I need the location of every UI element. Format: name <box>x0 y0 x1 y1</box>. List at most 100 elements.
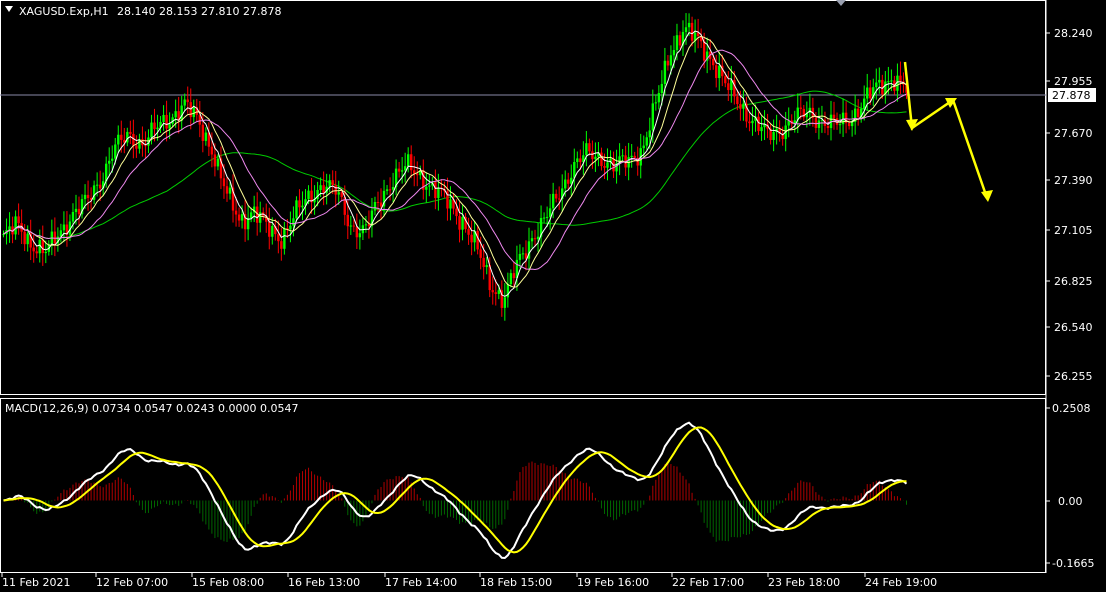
candle-body <box>467 229 470 235</box>
candle-body <box>385 189 389 191</box>
candle-body <box>41 239 44 254</box>
candle-body <box>576 158 579 162</box>
candle-body <box>322 185 325 193</box>
candle-body <box>23 231 26 245</box>
candle-body <box>334 185 337 195</box>
candle-body <box>2 234 5 236</box>
macd-tick: 0.00 <box>1058 495 1083 508</box>
candle-body <box>799 107 802 109</box>
chart-window[interactable]: XAGUSD.Exp,H1 28.140 28.153 27.810 27.87… <box>0 0 1106 592</box>
candle-body <box>204 132 208 141</box>
candle-body <box>156 127 159 130</box>
candle-body <box>355 226 359 238</box>
candle-body <box>512 273 516 279</box>
candle-body <box>651 103 655 131</box>
candle-body <box>702 41 706 61</box>
candle-body <box>26 233 29 245</box>
candle-body <box>485 265 488 268</box>
candle-body <box>838 124 842 126</box>
candle-body <box>591 151 594 160</box>
candle-body <box>875 82 878 88</box>
candle-body <box>298 200 301 208</box>
candle-body <box>307 190 310 200</box>
candle-body <box>603 166 606 168</box>
candle-body <box>494 292 497 294</box>
candle-body <box>77 208 81 215</box>
candle-body <box>533 238 537 240</box>
candle-body <box>669 55 673 66</box>
candle-body <box>406 154 410 167</box>
candle-body <box>328 180 331 187</box>
time-tick: 19 Feb 16:00 <box>577 576 649 589</box>
candle-body <box>71 212 75 222</box>
macd-tick: -0.1665 <box>1052 557 1094 570</box>
candle-body <box>153 122 156 130</box>
candle-body <box>470 234 473 243</box>
time-tick: 23 Feb 18:00 <box>768 576 840 589</box>
candle-body <box>271 226 274 237</box>
candle-body <box>98 184 102 189</box>
ma-mid-line <box>3 35 907 288</box>
candle-body <box>174 111 177 118</box>
candle-body <box>289 225 292 230</box>
macd-tick: 0.2508 <box>1052 402 1091 415</box>
candle-body <box>847 123 851 127</box>
macd-axis: 0.2508 0.00 -0.1665 <box>1046 402 1094 570</box>
candle-body <box>772 131 775 140</box>
current-price-label: 27.878 <box>1052 89 1091 102</box>
candle-body <box>234 210 238 215</box>
moving-averages <box>3 30 907 297</box>
chart-shift-marker-icon[interactable] <box>836 0 846 6</box>
candle-body <box>690 22 694 41</box>
time-tick: 12 Feb 07:00 <box>96 576 168 589</box>
candle-body <box>630 155 633 158</box>
candle-body <box>44 251 47 254</box>
candle-body <box>663 60 667 84</box>
candle-body <box>684 27 688 33</box>
price-tick: 28.240 <box>1054 27 1093 40</box>
macd-line <box>3 421 908 560</box>
candle-body <box>648 130 651 138</box>
candle-body <box>367 224 371 227</box>
price-tick: 27.955 <box>1054 75 1093 88</box>
candle-body <box>675 35 679 51</box>
forecast-path <box>903 61 989 199</box>
candle-body <box>814 117 818 128</box>
chart-canvas[interactable]: XAGUSD.Exp,H1 28.140 28.153 27.810 27.87… <box>0 0 1106 592</box>
candle-body <box>416 173 419 176</box>
candle-body <box>349 225 353 227</box>
candle-body <box>817 120 821 128</box>
candle-body <box>850 121 854 127</box>
ohlc-header: 28.140 28.153 27.810 27.878 <box>117 5 281 18</box>
candle-body <box>826 125 830 129</box>
time-tick: 17 Feb 14:00 <box>385 576 457 589</box>
candle-body <box>687 22 691 28</box>
candle-body <box>74 208 78 213</box>
forecast-arrows <box>903 61 993 202</box>
candle-body <box>331 180 334 186</box>
candle-body <box>268 221 271 237</box>
candle-body <box>83 194 87 200</box>
candle-body <box>567 179 570 184</box>
candle-body <box>887 81 890 83</box>
candle-body <box>736 96 739 105</box>
candle-body <box>346 214 349 227</box>
candle-body <box>135 145 138 149</box>
candle-body <box>144 145 147 147</box>
candle-body <box>192 107 195 118</box>
candle-body <box>237 214 241 221</box>
symbol-dropdown-icon[interactable] <box>5 6 13 12</box>
candle-body <box>183 99 186 106</box>
time-tick: 11 Feb 2021 <box>2 576 70 589</box>
candle-body <box>458 216 461 230</box>
candle-body <box>503 297 507 308</box>
candle-body <box>437 187 440 199</box>
time-tick: 18 Feb 15:00 <box>480 576 552 589</box>
candle-body <box>718 65 721 79</box>
candle-body <box>491 290 494 293</box>
candle-body <box>739 104 742 109</box>
candle-body <box>482 257 485 268</box>
candle-body <box>162 114 165 122</box>
candle-body <box>410 154 413 171</box>
price-axis: 28.240 27.955 27.670 27.390 27.105 26.82… <box>1046 27 1093 383</box>
